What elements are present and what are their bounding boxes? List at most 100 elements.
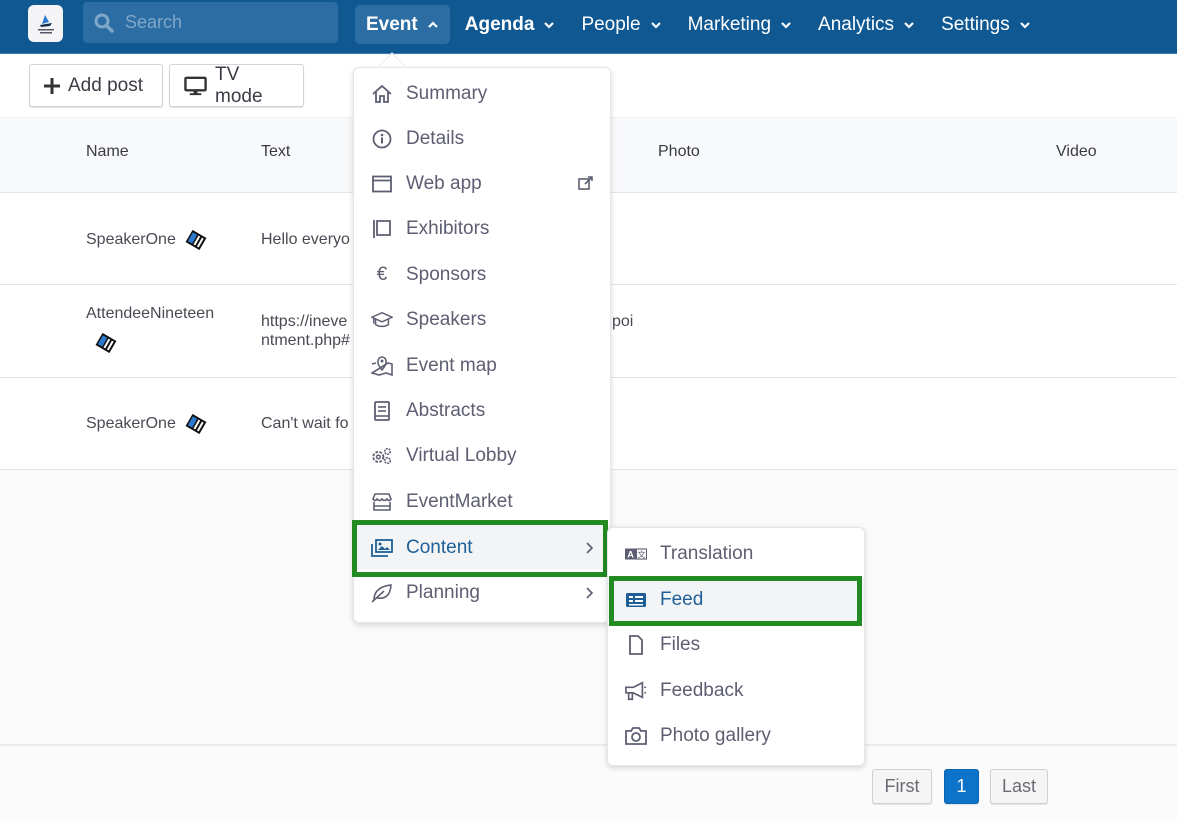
row-text-tail: poi bbox=[612, 313, 634, 330]
submenu-item-translation[interactable]: A文 Translation bbox=[608, 531, 864, 576]
nav-analytics-label: Analytics bbox=[818, 13, 895, 35]
svg-text:A: A bbox=[627, 549, 634, 559]
row-name-text: AttendeeNineteen bbox=[86, 305, 215, 322]
submenu-item-label: Photo gallery bbox=[660, 724, 771, 746]
nav-event-label: Event bbox=[366, 13, 418, 35]
avatar[interactable] bbox=[185, 413, 207, 435]
map-pin-icon bbox=[371, 355, 393, 377]
app-logo[interactable] bbox=[28, 5, 63, 42]
menu-item-label: Sponsors bbox=[406, 263, 487, 285]
submenu-item-photo-gallery[interactable]: Photo gallery bbox=[608, 713, 864, 758]
event-dropdown-menu: Summary Details Web app Exhibitors € Spo… bbox=[353, 67, 611, 623]
menu-item-label: Speakers bbox=[406, 308, 487, 330]
leaf-icon bbox=[371, 582, 393, 604]
row-text-line: https://ineve bbox=[261, 313, 348, 330]
chevron-up-icon bbox=[427, 20, 438, 28]
menu-item-virtual-lobby[interactable]: Virtual Lobby bbox=[354, 433, 610, 478]
avatar[interactable] bbox=[185, 229, 207, 251]
nav-people-label: People bbox=[581, 13, 641, 35]
top-navbar: Event Agenda People Marketing Analytics … bbox=[0, 0, 1177, 54]
column-header-text[interactable]: Text bbox=[261, 143, 290, 161]
nav-settings[interactable]: Settings bbox=[930, 5, 1042, 44]
submenu-item-label: Files bbox=[660, 633, 701, 655]
menu-item-content[interactable]: Content bbox=[354, 525, 610, 570]
camera-icon bbox=[625, 725, 647, 747]
menu-item-label: Content bbox=[406, 536, 473, 558]
graduation-cap-icon bbox=[371, 309, 393, 331]
menu-item-label: Planning bbox=[406, 581, 480, 603]
chevron-down-icon bbox=[781, 21, 791, 29]
submenu-item-label: Feed bbox=[660, 588, 704, 610]
row-text: Hello everyo bbox=[261, 231, 350, 248]
menu-item-sponsors[interactable]: € Sponsors bbox=[354, 252, 610, 297]
user-badge-icon bbox=[95, 332, 117, 354]
chevron-right-icon bbox=[584, 539, 594, 561]
nav-event[interactable]: Event bbox=[355, 5, 450, 44]
user-badge-icon bbox=[185, 413, 207, 435]
pagination-page-current[interactable]: 1 bbox=[944, 769, 979, 804]
add-post-button[interactable]: Add post bbox=[29, 64, 163, 107]
row-text: https://ineve ntment.php# bbox=[261, 312, 350, 350]
column-header-video[interactable]: Video bbox=[1056, 143, 1097, 161]
chevron-right-icon bbox=[584, 584, 594, 606]
home-icon bbox=[371, 83, 393, 105]
tv-mode-button[interactable]: TV mode bbox=[169, 64, 304, 107]
nav-settings-label: Settings bbox=[941, 13, 1010, 35]
add-post-label: Add post bbox=[68, 74, 143, 96]
submenu-item-files[interactable]: Files bbox=[608, 622, 864, 667]
search-icon bbox=[94, 13, 114, 33]
search-box[interactable] bbox=[83, 2, 338, 43]
menu-item-summary[interactable]: Summary bbox=[354, 71, 610, 116]
row-text-line: ntment.php# bbox=[261, 332, 350, 349]
menu-item-label: Details bbox=[406, 127, 465, 149]
menu-item-label: Abstracts bbox=[406, 399, 486, 421]
pagination-first[interactable]: First bbox=[872, 769, 932, 804]
pagination-last[interactable]: Last bbox=[990, 769, 1048, 804]
browser-window-icon bbox=[371, 173, 393, 195]
menu-item-abstracts[interactable]: Abstracts bbox=[354, 388, 610, 433]
submenu-item-feed[interactable]: Feed bbox=[608, 577, 864, 622]
row-name-text: SpeakerOne bbox=[86, 415, 176, 433]
menu-item-label: Summary bbox=[406, 82, 488, 104]
menu-item-label: EventMarket bbox=[406, 490, 513, 512]
row-name: AttendeeNineteen bbox=[86, 304, 215, 354]
nav-agenda-label: Agenda bbox=[464, 13, 535, 35]
tv-mode-label: TV mode bbox=[215, 63, 263, 107]
nav-people[interactable]: People bbox=[570, 5, 672, 44]
menu-item-label: Event map bbox=[406, 354, 497, 376]
translate-icon: A文 bbox=[625, 543, 647, 565]
storefront-icon bbox=[371, 491, 393, 513]
book-icon bbox=[371, 400, 393, 422]
submenu-item-feedback[interactable]: Feedback bbox=[608, 668, 864, 713]
menu-item-event-map[interactable]: Event map bbox=[354, 343, 610, 388]
menu-item-label: Exhibitors bbox=[406, 217, 490, 239]
nav-marketing-label: Marketing bbox=[687, 13, 772, 35]
file-icon bbox=[625, 634, 647, 656]
menu-item-planning[interactable]: Planning bbox=[354, 570, 610, 615]
nav-analytics[interactable]: Analytics bbox=[807, 5, 926, 44]
content-submenu: A文 Translation Feed Files Feedback Photo… bbox=[607, 527, 865, 766]
external-link-icon bbox=[578, 175, 594, 197]
submenu-item-label: Feedback bbox=[660, 679, 744, 701]
menu-item-label: Virtual Lobby bbox=[406, 444, 517, 466]
column-header-name[interactable]: Name bbox=[86, 143, 129, 161]
avatar[interactable] bbox=[95, 332, 117, 354]
search-input[interactable] bbox=[125, 12, 325, 33]
nav-agenda[interactable]: Agenda bbox=[454, 5, 567, 44]
user-badge-icon bbox=[185, 229, 207, 251]
plus-icon bbox=[44, 77, 60, 94]
menu-item-details[interactable]: Details bbox=[354, 116, 610, 161]
column-header-photo[interactable]: Photo bbox=[658, 143, 700, 161]
menu-item-exhibitors[interactable]: Exhibitors bbox=[354, 206, 610, 251]
row-text: Can't wait fo bbox=[261, 415, 349, 432]
nav-marketing[interactable]: Marketing bbox=[677, 5, 803, 44]
chevron-down-icon bbox=[904, 21, 914, 29]
monitor-icon bbox=[184, 76, 207, 95]
feed-icon bbox=[625, 589, 647, 611]
submenu-item-label: Translation bbox=[660, 542, 754, 564]
gears-icon bbox=[371, 445, 393, 467]
menu-item-web-app[interactable]: Web app bbox=[354, 161, 610, 206]
menu-item-eventmarket[interactable]: EventMarket bbox=[354, 479, 610, 524]
row-name-text: SpeakerOne bbox=[86, 231, 176, 249]
menu-item-speakers[interactable]: Speakers bbox=[354, 297, 610, 342]
